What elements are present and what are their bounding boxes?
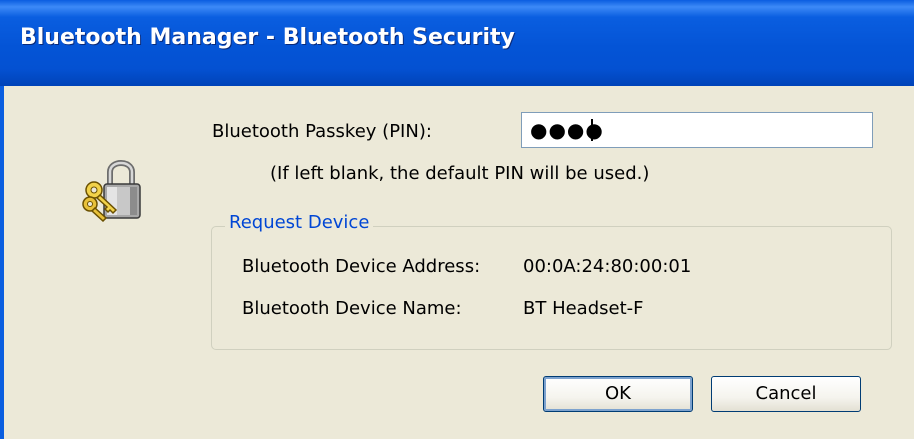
pin-input[interactable] <box>521 112 873 148</box>
window-title: Bluetooth Manager - Bluetooth Security <box>20 25 515 50</box>
cancel-button[interactable]: Cancel <box>711 376 861 412</box>
pin-hint-text: (If left blank, the default PIN will be … <box>270 163 650 184</box>
device-address-label: Bluetooth Device Address: <box>242 256 481 277</box>
pin-label: Bluetooth Passkey (PIN): <box>212 121 432 142</box>
device-address-value: 00:0A:24:80:00:01 <box>523 256 692 277</box>
title-bar[interactable]: Bluetooth Manager - Bluetooth Security <box>0 0 914 86</box>
request-device-group-title: Request Device <box>225 212 374 233</box>
window-left-border <box>0 86 4 439</box>
request-device-groupbox <box>211 226 892 350</box>
device-name-value: BT Headset-F <box>523 298 644 319</box>
ok-button[interactable]: OK <box>543 376 693 412</box>
device-name-label: Bluetooth Device Name: <box>242 298 462 319</box>
lock-with-keys-graphic <box>82 160 141 223</box>
bluetooth-security-dialog: Bluetooth Manager - Bluetooth Security B… <box>0 0 914 439</box>
lock-with-keys-icon <box>80 150 150 223</box>
text-caret <box>591 119 593 141</box>
